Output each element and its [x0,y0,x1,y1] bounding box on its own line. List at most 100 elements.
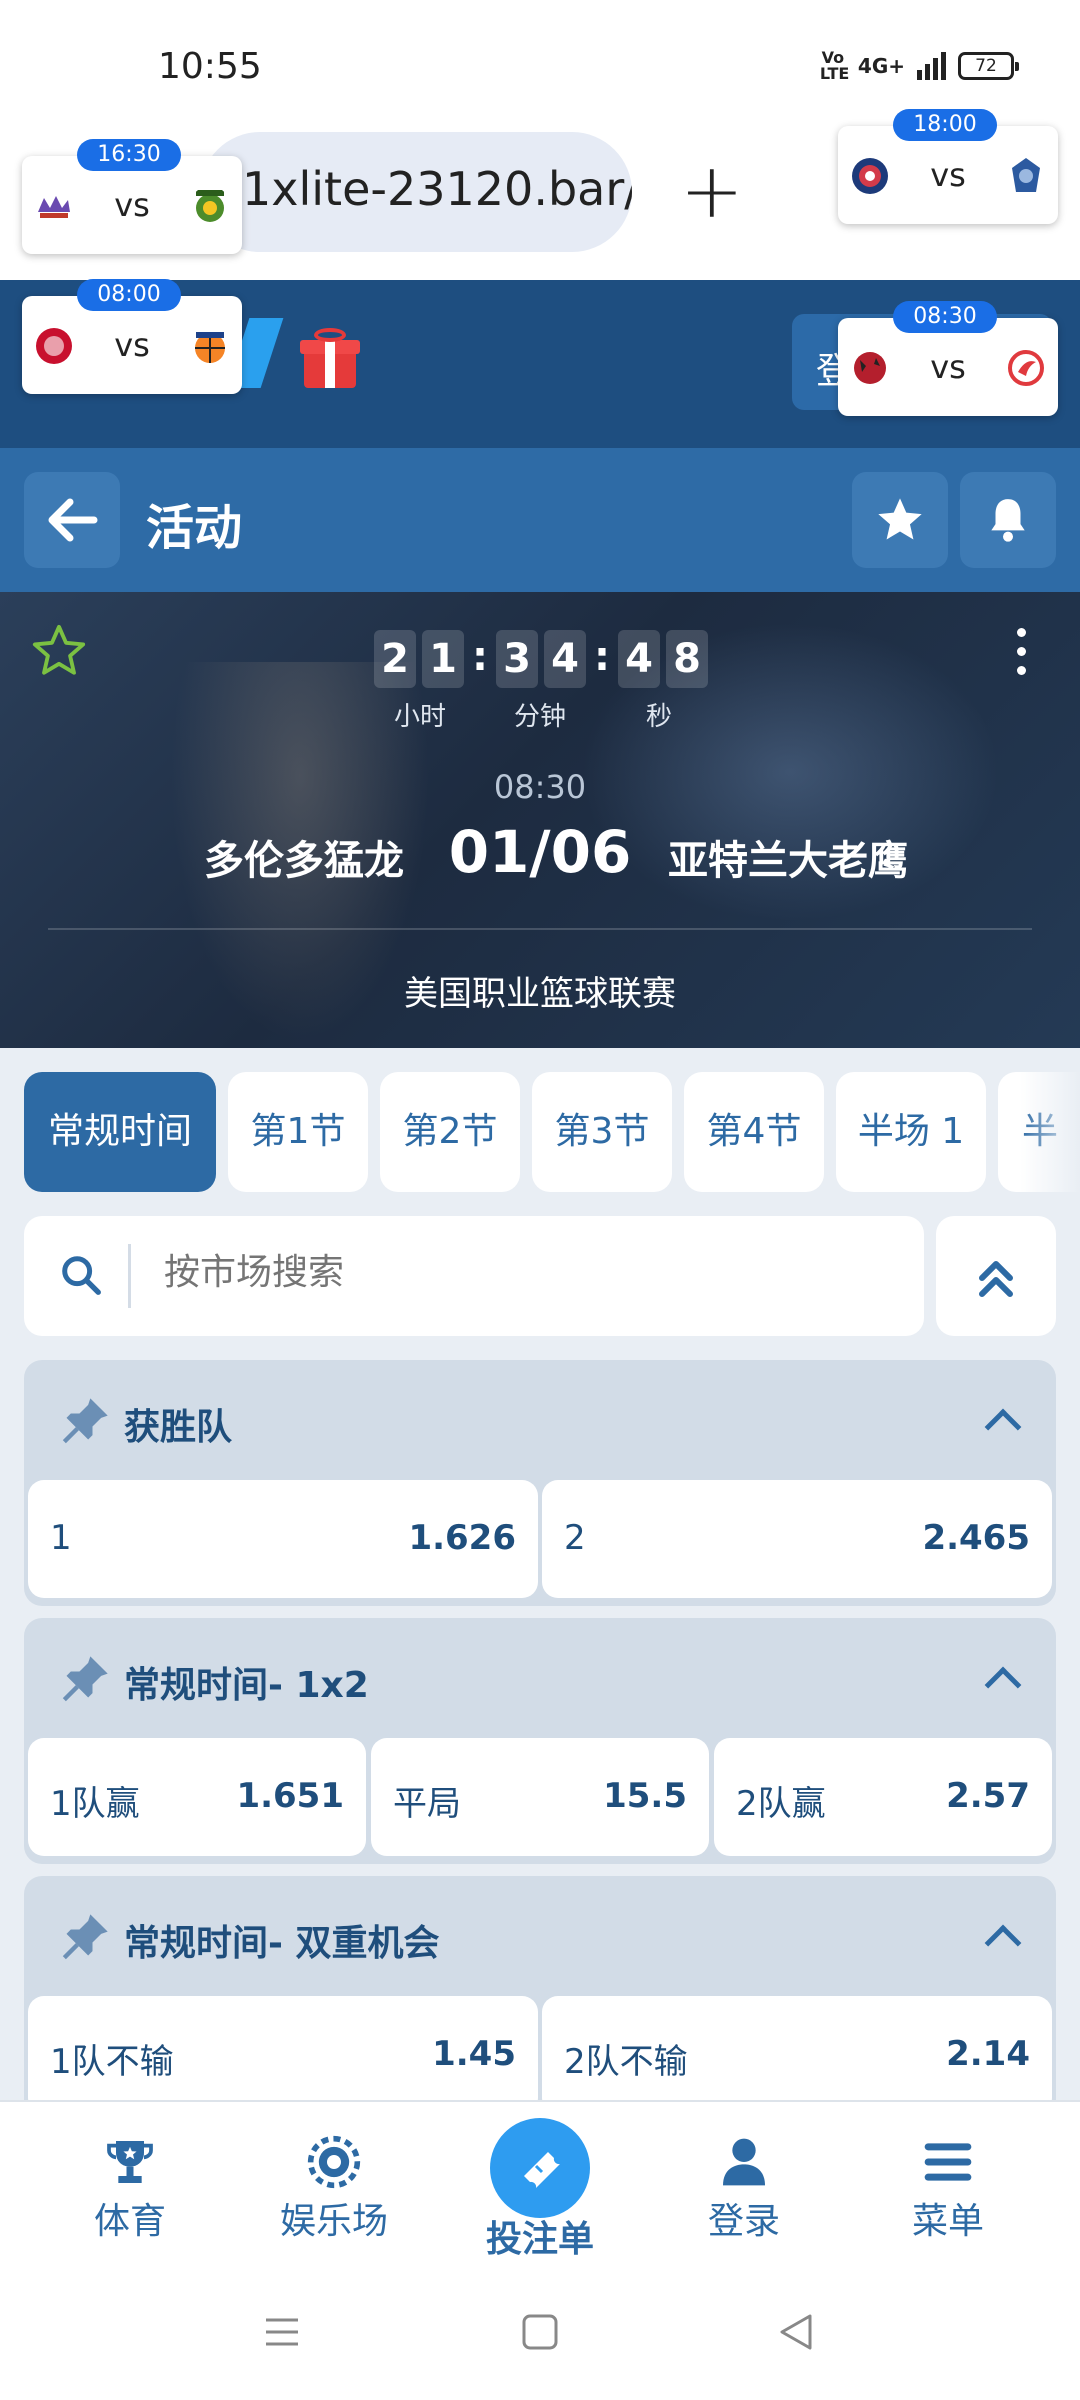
market-group: 常规时间- 1x2 1队赢 1.651 平局 15.5 2队赢 2.57 [24,1618,1056,1864]
match-popup-time: 08:00 [77,279,181,311]
new-york-knicks-logo-icon [195,332,225,363]
pin-icon[interactable] [60,1910,112,1962]
new-tab-button[interactable]: + [680,153,744,229]
casino-chip-icon [307,2135,361,2189]
pin-icon[interactable] [60,1652,112,1704]
user-icon [723,2138,765,2186]
countdown-timer: 2 1 : 3 4 : 4 8 [374,630,714,688]
market-header[interactable]: 常规时间- 双重机会 [24,1876,1056,1996]
url-bar[interactable]: 1xlite-23120.bar/ [200,132,632,252]
back-nav-icon[interactable] [776,2312,816,2352]
countdown-digit: 4 [618,630,660,688]
gift-icon[interactable] [300,328,360,388]
match-popup[interactable]: 08:30 vs [838,301,1058,416]
countdown-digit: 1 [422,630,464,688]
url-text: 1xlite-23120.bar/ [242,162,632,216]
odds-button[interactable]: 1 1.626 [28,1480,538,1598]
odds-button[interactable]: 2队赢 2.57 [714,1738,1052,1856]
volte-indicator: Vo LTE [819,48,850,83]
signal-icon [917,52,946,80]
odds-row: 1队赢 1.651 平局 15.5 2队赢 2.57 [28,1738,1052,1856]
hours-label: 小时 [394,702,447,732]
tab-quarter-3[interactable]: 第3节 [532,1072,672,1192]
odds-button[interactable]: 2 2.465 [542,1480,1052,1598]
period-tabs: 常规时间 第1节 第2节 第3节 第4节 半场 1 半 [24,1072,1080,1192]
tab-quarter-4[interactable]: 第4节 [684,1072,824,1192]
nav-label: 登录 [707,2201,780,2242]
star-icon [878,498,922,540]
tab-quarter-1[interactable]: 第1节 [228,1072,368,1192]
odds-button[interactable]: 平局 15.5 [371,1738,709,1856]
atlanta-hawks-logo-icon [1008,350,1044,386]
odds-value: 15.5 [603,1776,687,1816]
nav-label: 娱乐场 [279,2201,388,2242]
collapse-all-button[interactable] [936,1216,1056,1336]
page-title: 活动 [146,500,243,556]
home-icon[interactable] [520,2312,560,2352]
tab-half-1[interactable]: 半场 1 [836,1072,986,1192]
chevron-up-icon[interactable] [984,1924,1022,1962]
match-popup[interactable]: 16:30 vs [22,139,242,254]
market-header[interactable]: 常规时间- 1x2 [24,1618,1056,1738]
odds-value: 1.651 [236,1776,344,1816]
phoenix-suns-logo-icon [196,190,224,222]
back-button[interactable] [24,472,120,568]
nav-label: 体育 [93,2201,166,2242]
odds-label: 2 [564,1518,586,1558]
chevron-up-icon[interactable] [984,1408,1022,1446]
countdown-separator: : [472,634,488,680]
match-popup-time: 16:30 [77,139,181,171]
more-options-icon[interactable] [1017,628,1026,675]
team-logo-blue-icon [1012,158,1040,192]
seconds-label: 秒 [646,702,673,732]
trophy-icon [107,2141,153,2183]
favorite-star-icon[interactable] [30,622,88,680]
match-scoreboard: 2 1 : 3 4 : 4 8 小时 分钟 秒 08:30 多伦多猛龙 01/0… [0,592,1080,1048]
tabs-fade [1020,1072,1080,1192]
match-popup[interactable]: 18:00 vs [838,109,1058,224]
arrow-left-icon [48,498,98,542]
nav-betslip[interactable]: 投注单 [450,2102,630,2270]
market-title: 常规时间- 1x2 [124,1665,369,1706]
nav-label: 菜单 [911,2201,984,2242]
network-type: 4G+ [857,54,905,78]
pin-icon[interactable] [60,1394,112,1446]
odds-value: 1.45 [432,2034,516,2074]
status-icons: Vo LTE 4G+ 72 [819,48,1019,83]
odds-button[interactable]: 1队不输 1.45 [28,1996,538,2114]
odds-label: 1 [50,1518,72,1558]
odds-value: 1.626 [408,1518,516,1558]
countdown-digit: 8 [666,630,708,688]
search-divider [128,1244,131,1308]
odds-label: 1队不输 [50,2042,174,2082]
bell-icon [991,499,1025,542]
countdown-digit: 2 [374,630,416,688]
menu-icon [924,2143,972,2181]
chevron-up-icon[interactable] [984,1666,1022,1704]
match-popup[interactable]: 08:00 vs [22,279,242,394]
away-team-name: 亚特兰大老鹰 [668,838,908,884]
nav-casino[interactable]: 娱乐场 [244,2102,424,2270]
favorite-button[interactable] [852,472,948,568]
odds-value: 2.465 [922,1518,1030,1558]
nav-label: 投注单 [485,2219,594,2260]
tab-regular-time[interactable]: 常规时间 [24,1072,216,1192]
nav-sports[interactable]: 体育 [40,2102,220,2270]
recent-apps-icon[interactable] [262,2312,302,2352]
tab-quarter-2[interactable]: 第2节 [380,1072,520,1192]
odds-button[interactable]: 1队赢 1.651 [28,1738,366,1856]
odds-row: 1队不输 1.45 2队不输 2.14 [28,1996,1052,2114]
notifications-button[interactable] [960,472,1056,568]
market-header[interactable]: 获胜队 [24,1360,1056,1480]
search-input[interactable] [164,1252,884,1293]
match-popup-time: 08:30 [893,301,997,333]
minutes-label: 分钟 [514,702,567,732]
market-search[interactable] [24,1216,924,1336]
double-chevron-up-icon [979,1261,1013,1297]
nav-login[interactable]: 登录 [654,2102,834,2270]
nav-menu[interactable]: 菜单 [858,2102,1038,2270]
odds-button[interactable]: 2队不输 2.14 [542,1996,1052,2114]
market-group: 获胜队 1 1.626 2 2.465 [24,1360,1056,1606]
league-name: 美国职业篮球联赛 [404,974,676,1014]
odds-value: 2.14 [946,2034,1030,2074]
